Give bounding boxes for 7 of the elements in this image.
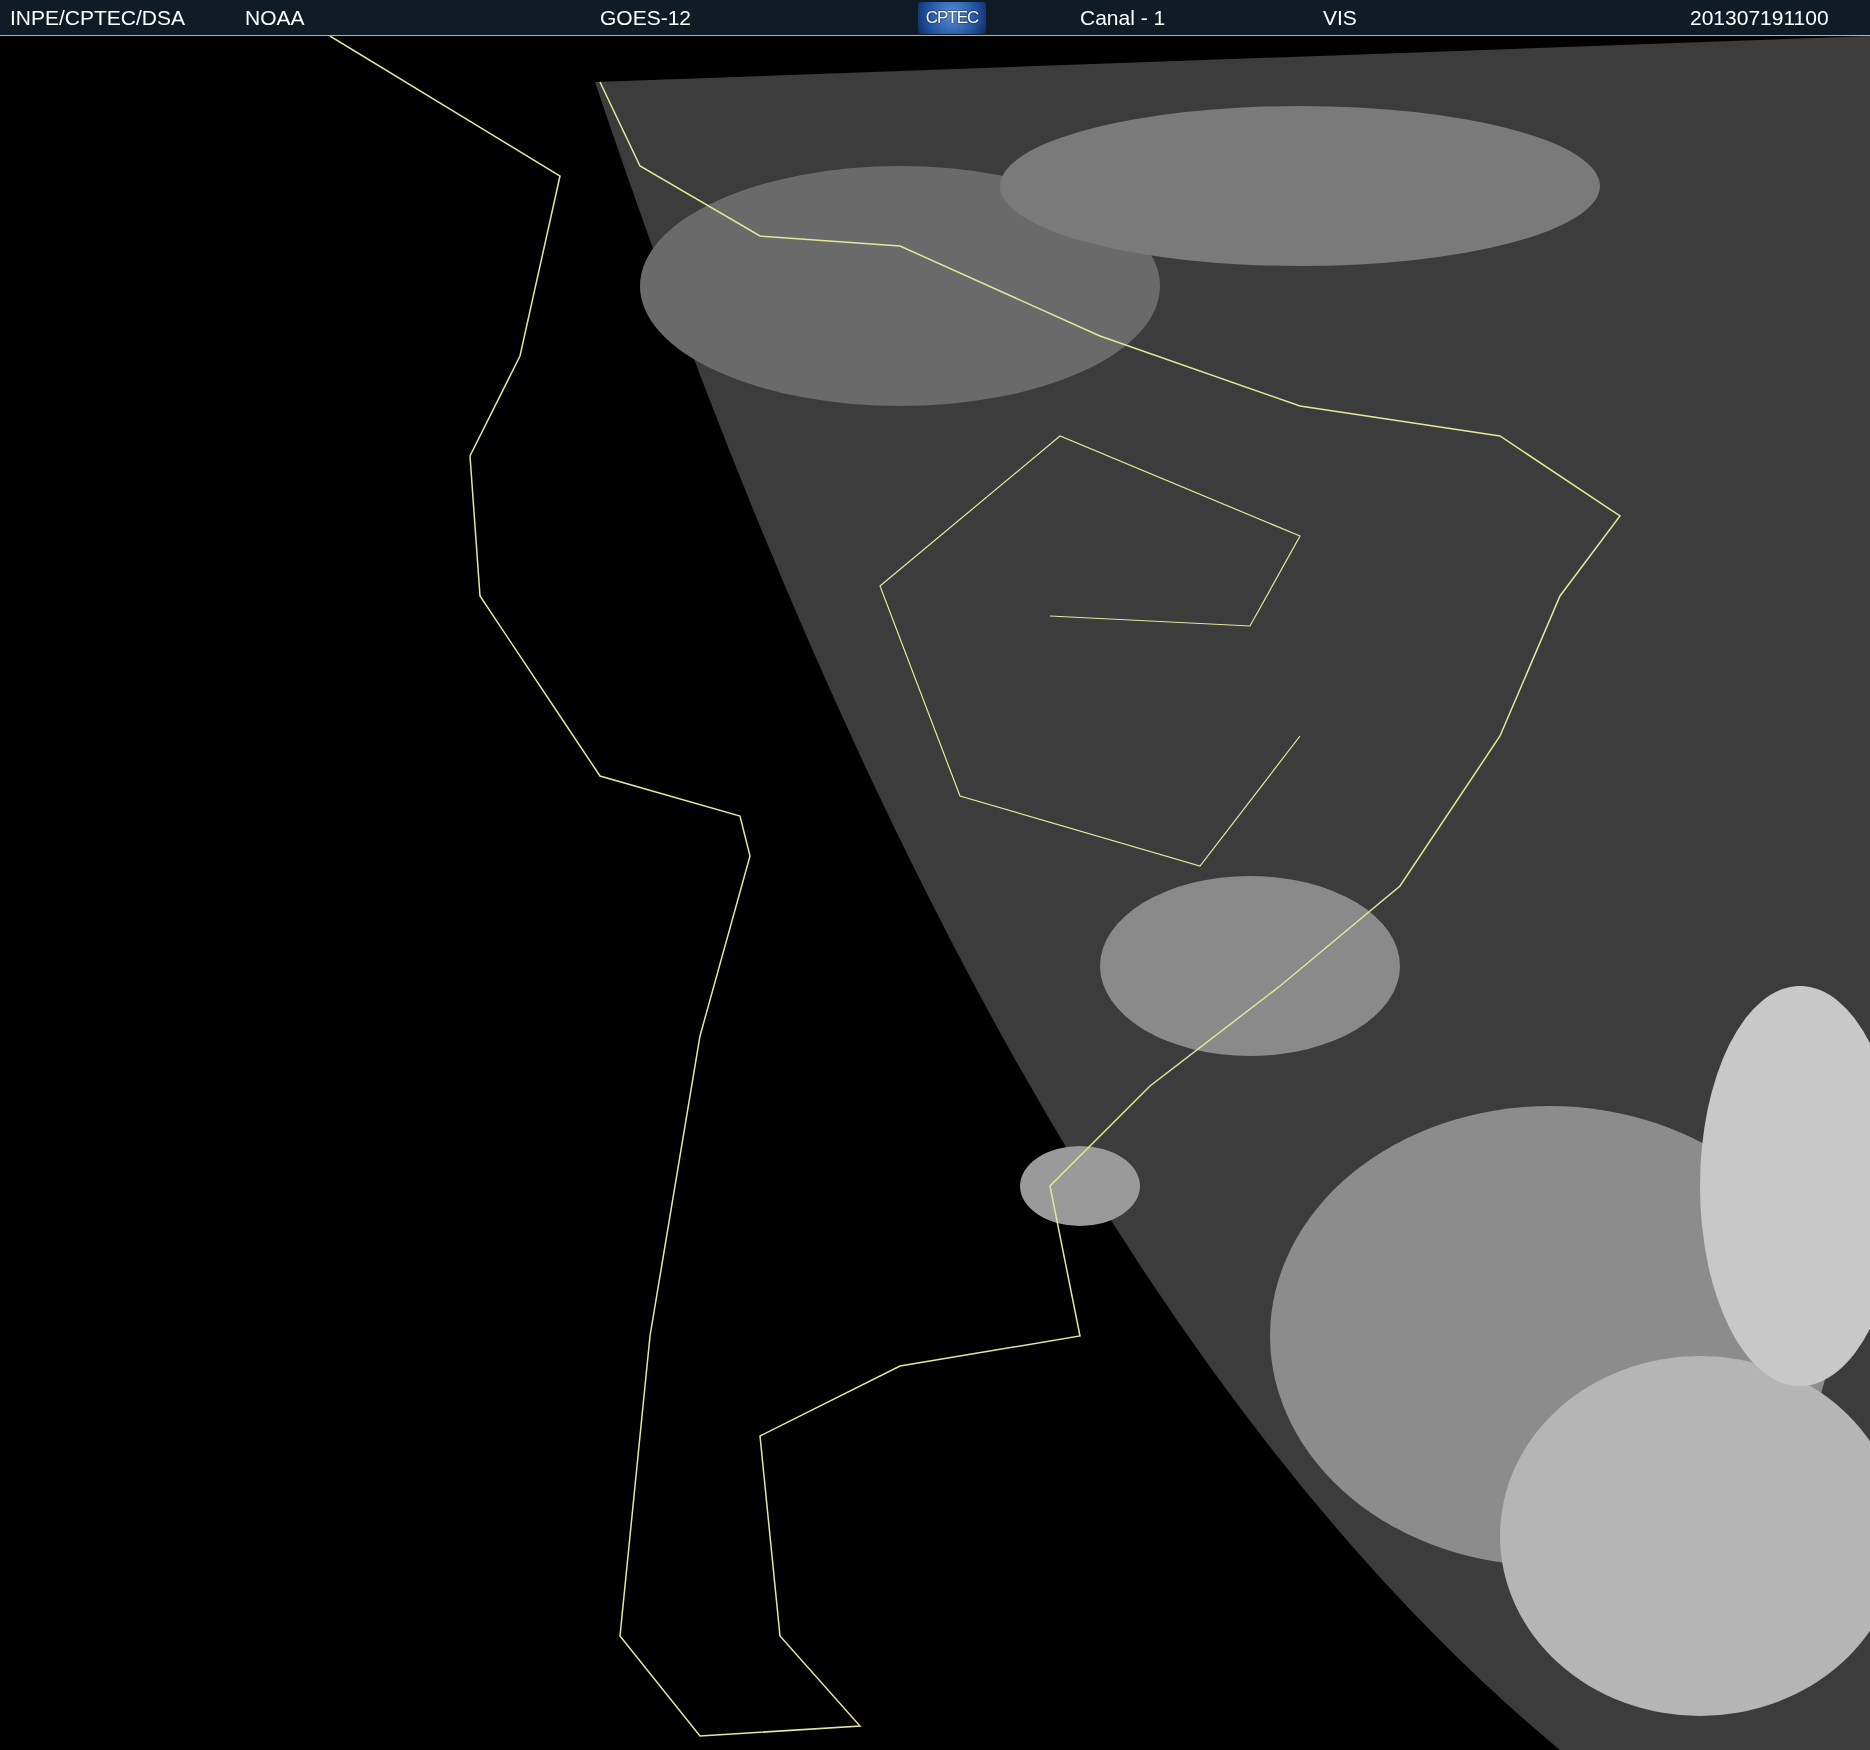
satellite-label: GOES-12 bbox=[600, 5, 693, 30]
band-label: VIS bbox=[1323, 5, 1358, 30]
channel-label: Canal - 1 bbox=[1080, 5, 1167, 30]
logo: CPTEC bbox=[918, 1, 986, 34]
agency-label: INPE/CPTEC/DSA bbox=[10, 5, 187, 30]
source-label: NOAA bbox=[245, 5, 306, 30]
timestamp-label: 201307191100 bbox=[1690, 5, 1830, 30]
